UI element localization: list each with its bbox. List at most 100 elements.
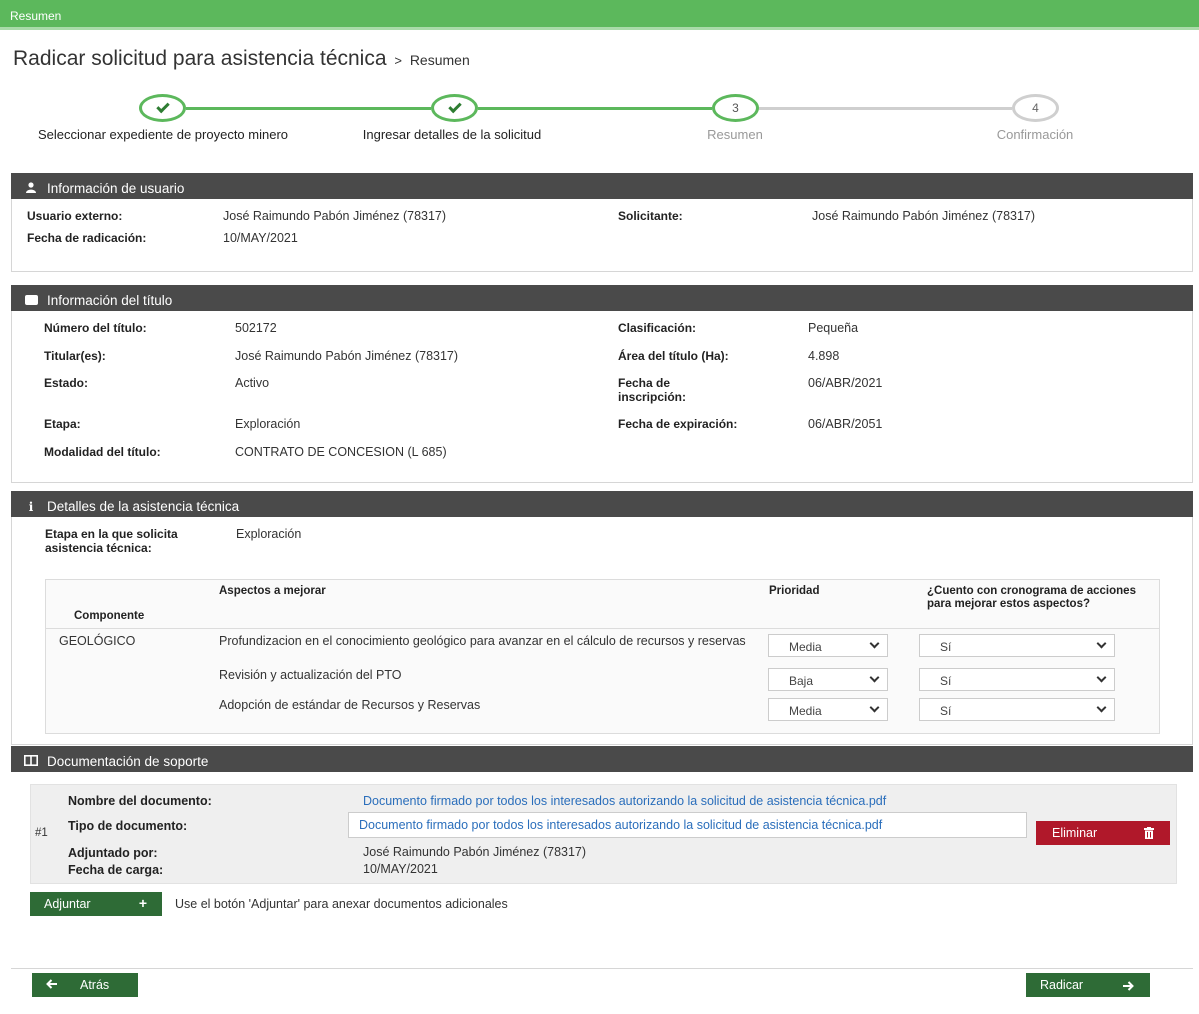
- column-header-priority: Prioridad: [769, 585, 820, 597]
- chevron-down-icon: [1096, 672, 1107, 683]
- document-type-label: Tipo de documento:: [68, 819, 188, 833]
- document-name-label: Nombre del documento:: [68, 794, 212, 808]
- schedule-select-1[interactable]: Sí: [919, 634, 1115, 657]
- priority-select-1[interactable]: Media: [768, 634, 888, 657]
- status-label: Estado:: [44, 376, 89, 390]
- step-connector: [478, 107, 712, 110]
- attach-hint: Use el botón 'Adjuntar' para anexar docu…: [175, 897, 508, 911]
- priority-select-2-value: Baja: [789, 674, 814, 688]
- status-value: Activo: [235, 376, 270, 390]
- priority-select-1-value: Media: [789, 640, 822, 654]
- info-icon: i: [28, 499, 34, 514]
- area-label: Área del título (Ha):: [618, 349, 729, 363]
- document-type-field[interactable]: Documento firmado por todos los interesa…: [348, 812, 1027, 838]
- step-connector: [759, 107, 1012, 110]
- title-number-label: Número del título:: [44, 321, 147, 335]
- user-info-title: Información de usuario: [47, 181, 185, 196]
- check-icon: [447, 99, 462, 114]
- stage-value: Exploración: [235, 417, 301, 431]
- docs-title: Documentación de soporte: [47, 754, 209, 769]
- column-header-schedule: ¿Cuento con cronograma de acciones para …: [927, 585, 1136, 610]
- assistance-header: i Detalles de la asistencia técnica: [11, 491, 1193, 517]
- component-value: GEOLÓGICO: [59, 634, 136, 648]
- user-info-header: Información de usuario: [11, 173, 1193, 199]
- back-button-label: Atrás: [80, 978, 110, 992]
- step-4-label: Confirmación: [996, 127, 1074, 142]
- step-connector: [186, 107, 431, 110]
- top-bar: Resumen: [0, 0, 1199, 30]
- request-stage-value: Exploración: [236, 527, 302, 541]
- title-info-title: Información del título: [47, 293, 173, 308]
- applicant-value: José Raimundo Pabón Jiménez (78317): [812, 209, 1036, 223]
- delete-button-label: Eliminar: [1052, 826, 1098, 840]
- priority-select-2[interactable]: Baja: [768, 668, 888, 691]
- book-icon: [23, 754, 39, 769]
- page-title: Radicar solicitud para asistencia técnic…: [13, 47, 470, 71]
- inscription-date-label: Fecha de inscripción:: [618, 376, 687, 404]
- attached-by-label: Adjuntado por:: [68, 846, 158, 860]
- footer-divider: [11, 968, 1193, 969]
- external-user-value: José Raimundo Pabón Jiménez (78317): [223, 209, 447, 223]
- schedule-select-2[interactable]: Sí: [919, 668, 1115, 691]
- attach-button[interactable]: Adjuntar +: [30, 892, 162, 916]
- check-icon: [155, 99, 170, 114]
- column-header-component: Componente: [74, 610, 145, 622]
- chevron-down-icon: [869, 702, 880, 713]
- expiration-date-label: Fecha de expiración:: [618, 417, 738, 431]
- schedule-select-2-value: Sí: [940, 674, 952, 688]
- request-stage-label: Etapa en la que solicita asistencia técn…: [45, 527, 178, 555]
- classification-label: Clasificación:: [618, 321, 697, 335]
- priority-select-3[interactable]: Media: [768, 698, 888, 721]
- user-icon: [23, 181, 39, 196]
- step-1-circle: [139, 94, 186, 122]
- area-value: 4.898: [808, 349, 840, 363]
- upload-date-label: Fecha de carga:: [68, 863, 164, 877]
- step-2-label: Ingresar detalles de la solicitud: [362, 127, 542, 142]
- modality-label: Modalidad del título:: [44, 445, 161, 459]
- table-header-divider: [46, 628, 1159, 629]
- inscription-date-value: 06/ABR/2021: [808, 376, 883, 390]
- schedule-select-3[interactable]: Sí: [919, 698, 1115, 721]
- breadcrumb-separator: >: [394, 53, 402, 68]
- expiration-date-value: 06/ABR/2051: [808, 417, 883, 431]
- breadcrumb-current: Resumen: [409, 52, 470, 68]
- external-user-label: Usuario externo:: [27, 209, 123, 223]
- title-info-body: [11, 311, 1193, 483]
- trash-icon: [1144, 827, 1154, 842]
- chevron-down-icon: [1096, 702, 1107, 713]
- holders-label: Titular(es):: [44, 349, 106, 363]
- document-name-link[interactable]: Documento firmado por todos los interesa…: [363, 794, 886, 808]
- step-1-label: Seleccionar expediente de proyecto miner…: [37, 127, 289, 142]
- page-title-text: Radicar solicitud para asistencia técnic…: [13, 47, 387, 70]
- aspect-row-1: Profundizacion en el conocimiento geológ…: [219, 634, 746, 648]
- step-3-number: 3: [732, 101, 739, 115]
- schedule-select-1-value: Sí: [940, 640, 952, 654]
- plus-icon: +: [138, 895, 147, 911]
- card-icon: [23, 294, 39, 308]
- step-4-circle: 4: [1012, 94, 1059, 122]
- step-4-number: 4: [1032, 101, 1039, 115]
- chevron-down-icon: [1096, 638, 1107, 649]
- modality-value: CONTRATO DE CONCESION (L 685): [235, 445, 447, 459]
- back-button[interactable]: Atrás: [32, 973, 138, 997]
- chevron-down-icon: [869, 638, 880, 649]
- document-index: #1: [35, 827, 48, 839]
- stage-label: Etapa:: [44, 417, 81, 431]
- holders-value: José Raimundo Pabón Jiménez (78317): [235, 349, 459, 363]
- filing-date-value: 10/MAY/2021: [223, 231, 298, 245]
- submit-button[interactable]: Radicar: [1026, 973, 1150, 997]
- docs-header: Documentación de soporte: [11, 746, 1193, 772]
- title-number-value: 502172: [235, 321, 277, 335]
- schedule-select-3-value: Sí: [940, 704, 952, 718]
- title-info-header: Información del título: [11, 285, 1193, 311]
- arrow-right-icon: [1122, 980, 1134, 994]
- delete-document-button[interactable]: Eliminar: [1036, 821, 1170, 845]
- priority-select-3-value: Media: [789, 704, 822, 718]
- arrow-left-icon: [46, 978, 58, 992]
- step-3-circle: 3: [712, 94, 759, 122]
- applicant-label: Solicitante:: [618, 209, 683, 223]
- chevron-down-icon: [869, 672, 880, 683]
- top-bar-title: Resumen: [10, 9, 62, 23]
- filing-date-label: Fecha de radicación:: [27, 231, 147, 245]
- assistance-title: Detalles de la asistencia técnica: [47, 499, 240, 514]
